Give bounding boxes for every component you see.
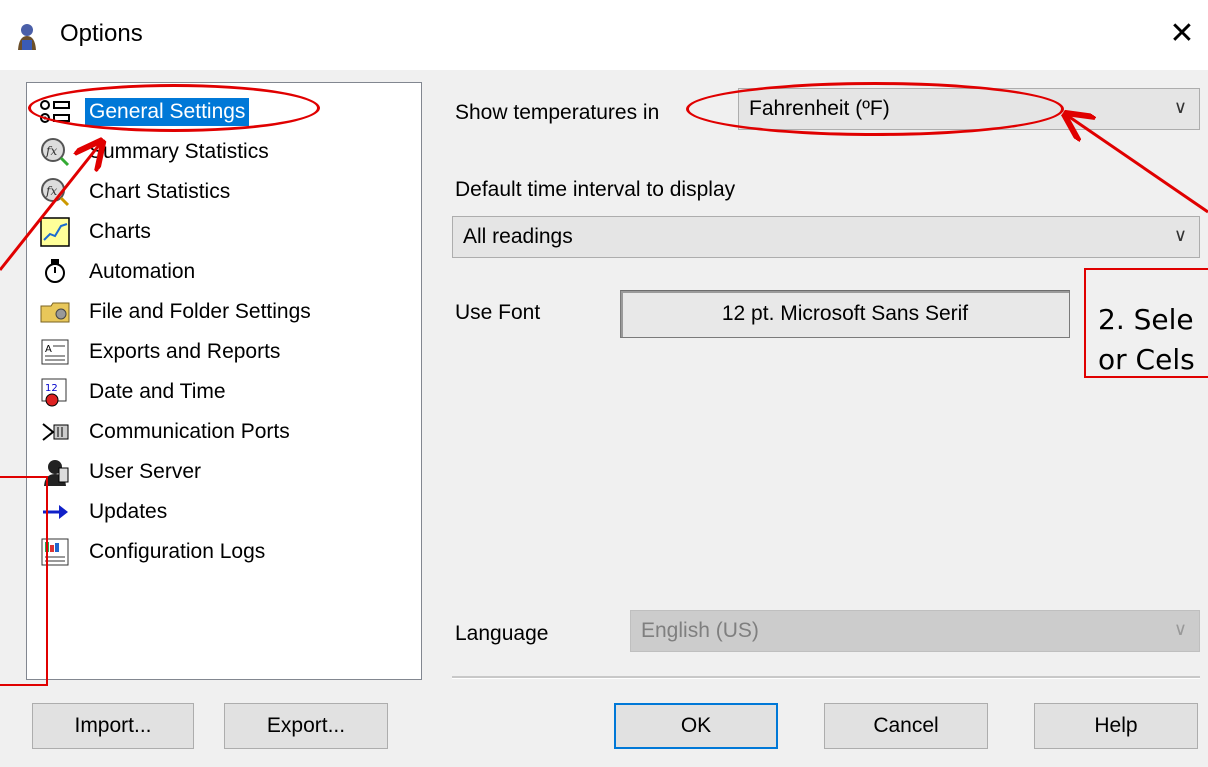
close-icon[interactable]: ✕ <box>1169 17 1194 50</box>
folder-settings-icon <box>39 296 71 328</box>
nav-item-exports-reports[interactable]: A Exports and Reports <box>39 333 284 371</box>
nav-item-automation[interactable]: Automation <box>39 253 199 291</box>
callout-line-2: or Cels <box>1098 343 1195 376</box>
svg-text:fx: fx <box>45 184 57 198</box>
callout-line-1: 2. Sele <box>1098 303 1194 336</box>
nav-label: Exports and Reports <box>89 340 281 363</box>
nav-label: User Server <box>89 460 202 483</box>
time-interval-select[interactable]: All readings ∨ <box>452 216 1200 258</box>
nav-item-updates[interactable]: Updates <box>39 493 171 531</box>
exports-reports-icon: A <box>39 336 71 368</box>
calendar-clock-icon: 12 <box>39 376 71 408</box>
chevron-down-icon: ∨ <box>1173 619 1187 639</box>
nav-label: Configuration Logs <box>89 540 266 563</box>
charts-icon <box>39 216 71 248</box>
import-button[interactable]: Import... <box>32 703 194 749</box>
chevron-down-icon: ∨ <box>1173 97 1187 117</box>
arrow-to-temperature <box>1068 116 1208 214</box>
nav-item-communication-ports[interactable]: Communication Ports <box>39 413 294 451</box>
nav-label: Charts <box>89 220 151 243</box>
comm-ports-icon <box>39 416 71 448</box>
summary-statistics-icon: fx <box>39 136 71 168</box>
language-select: English (US) ∨ <box>630 610 1200 652</box>
font-value: 12 pt. Microsoft Sans Serif <box>721 302 969 325</box>
nav-item-configuration-logs[interactable]: Configuration Logs <box>39 533 269 571</box>
ok-button[interactable]: OK <box>614 703 778 749</box>
nav-item-charts[interactable]: Charts <box>39 213 155 251</box>
temperature-highlight-oval <box>686 82 1064 136</box>
nav-item-date-time[interactable]: 12 Date and Time <box>39 373 230 411</box>
options-category-list[interactable]: General Settings fx Summary Statistics f… <box>26 82 422 680</box>
general-settings-highlight-oval <box>28 84 320 132</box>
cancel-button[interactable]: Cancel <box>824 703 988 749</box>
chevron-down-icon: ∨ <box>1173 225 1187 245</box>
svg-text:A: A <box>45 344 52 355</box>
separator <box>452 676 1200 679</box>
nav-label: Date and Time <box>89 380 226 403</box>
close-button[interactable]: ✕ <box>1162 14 1202 54</box>
nav-item-summary-statistics[interactable]: fx Summary Statistics <box>39 133 273 171</box>
nav-label: Updates <box>89 500 168 523</box>
temperature-unit-label: Show temperatures in <box>455 101 660 124</box>
chart-statistics-icon: fx <box>39 176 71 208</box>
language-label: Language <box>455 622 549 645</box>
annotation-box-left <box>0 476 48 686</box>
time-interval-value: All readings <box>463 225 573 248</box>
font-label: Use Font <box>455 301 541 324</box>
time-interval-label: Default time interval to display <box>455 178 736 201</box>
nav-label: Chart Statistics <box>89 180 231 203</box>
nav-label: Communication Ports <box>89 420 290 443</box>
nav-item-user-server[interactable]: User Server <box>39 453 205 491</box>
automation-icon <box>39 256 71 288</box>
export-button[interactable]: Export... <box>224 703 388 749</box>
nav-label: Summary Statistics <box>89 140 269 163</box>
language-value: English (US) <box>641 619 759 642</box>
window-title: Options <box>60 20 143 47</box>
nav-item-file-folder-settings[interactable]: File and Folder Settings <box>39 293 315 331</box>
help-button[interactable]: Help <box>1034 703 1198 749</box>
app-icon <box>14 22 40 52</box>
nav-item-chart-statistics[interactable]: fx Chart Statistics <box>39 173 234 211</box>
svg-text:12: 12 <box>45 383 58 394</box>
nav-label: File and Folder Settings <box>89 300 311 323</box>
font-selector-button[interactable]: 12 pt. Microsoft Sans Serif <box>620 290 1070 338</box>
title-bar: Options ✕ <box>0 0 1208 70</box>
nav-label: Automation <box>89 260 196 283</box>
annotation-callout: 2. Sele or Cels <box>1098 300 1195 380</box>
svg-text:fx: fx <box>45 144 57 158</box>
